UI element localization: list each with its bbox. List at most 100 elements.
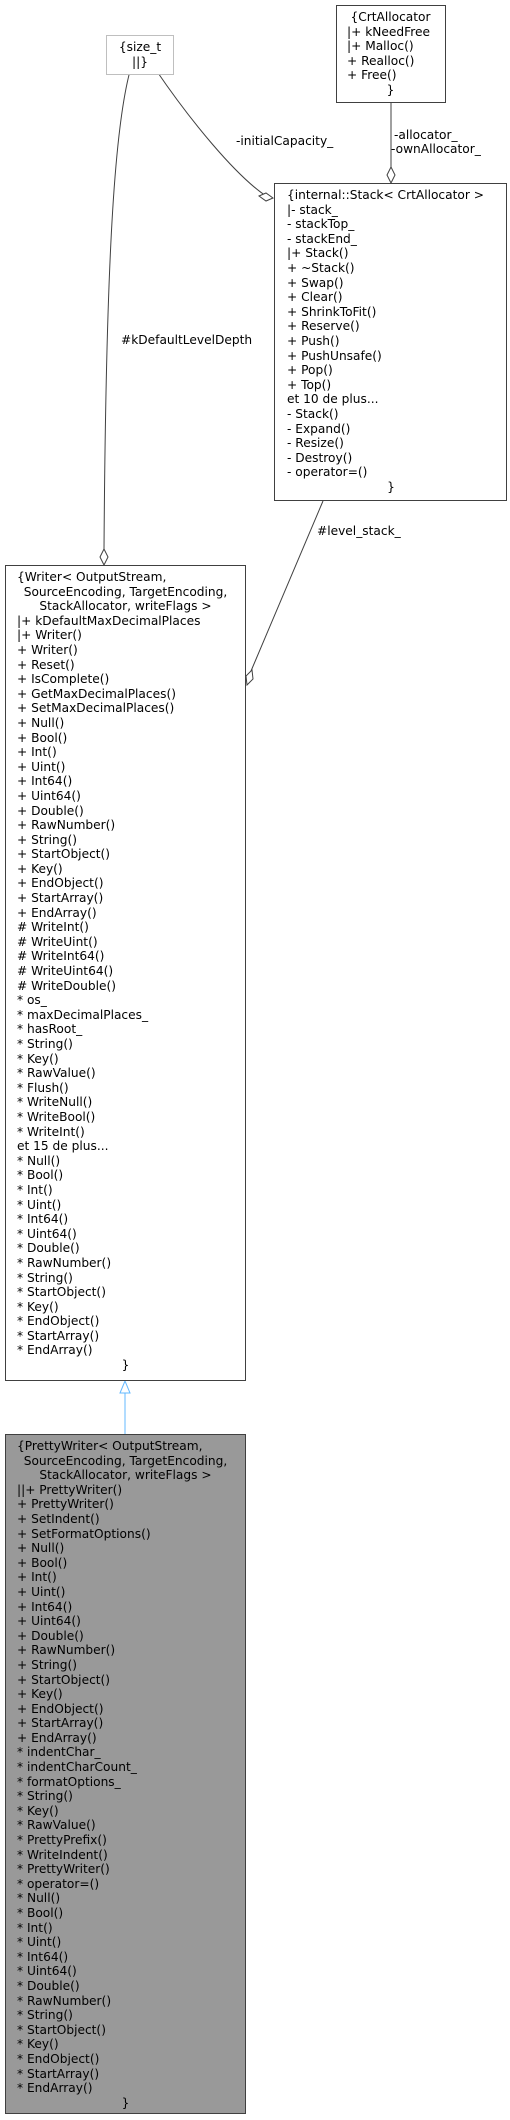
writer-member: + GetMaxDecimalPlaces() — [17, 686, 176, 701]
pretty-writer-member: * Int64() — [17, 1949, 69, 1964]
pretty-writer-member: * RawNumber() — [17, 1993, 112, 2008]
edge-inheritance-arrow — [119, 1379, 131, 1394]
pretty-writer-member: * Double() — [17, 1978, 80, 1993]
size-t-title: {size_t — [118, 40, 162, 54]
writer-member: |+ kDefaultMaxDecimalPlaces — [17, 613, 201, 628]
stack-member: + Clear() — [287, 290, 343, 305]
writer-member: + EndObject() — [17, 876, 104, 891]
writer-title: StackAllocator, writeFlags > — [39, 599, 212, 614]
pretty-writer-member: * EndArray() — [17, 2081, 93, 2096]
pretty-writer-member: * WriteIndent() — [17, 1847, 108, 1862]
writer-member: * Int64() — [17, 1212, 69, 1227]
edge-default-level-depth — [103, 57, 135, 551]
writer-member: * WriteBool() — [17, 1109, 96, 1124]
crt-allocator-title: {CrtAllocator — [350, 10, 431, 24]
writer-member: # WriteDouble() — [17, 978, 116, 993]
edge-level-stack — [250, 500, 324, 672]
writer-member: * Flush() — [17, 1080, 69, 1095]
writer-member: # WriteUint64() — [17, 964, 114, 979]
writer-member: * Bool() — [17, 1168, 64, 1183]
writer-member: * Int() — [17, 1182, 53, 1197]
pretty-writer-member: * Uint() — [17, 1935, 62, 1950]
stack-member: - stackEnd_ — [287, 231, 357, 246]
edge-label-default-level-depth: #kDefaultLevelDepth — [121, 333, 253, 347]
crt-allocator-node: {CrtAllocator |+ kNeedFree |+ Malloc() +… — [336, 5, 446, 103]
writer-node: {Writer< OutputStream, SourceEncoding, T… — [5, 565, 246, 1381]
pretty-writer-title: StackAllocator, writeFlags > — [39, 1468, 212, 1483]
edge-label-allocator: -allocator_ — [394, 128, 458, 142]
edge-initial-capacity-diamond — [257, 192, 275, 202]
writer-title: {Writer< OutputStream, — [17, 570, 167, 584]
writer-member: # WriteInt() — [17, 920, 89, 935]
pretty-writer-member: * StartObject() — [17, 2022, 106, 2037]
writer-member: * Key() — [17, 1051, 59, 1066]
writer-member: * hasRoot_ — [17, 1022, 83, 1037]
writer-member: + Reset() — [17, 657, 75, 672]
writer-member: # WriteUint() — [17, 934, 98, 949]
stack-member: + PushUnsafe() — [287, 348, 382, 363]
writer-member: * EndArray() — [17, 1343, 93, 1358]
writer-member: + Writer() — [17, 642, 78, 657]
writer-member: + Null() — [17, 715, 65, 730]
writer-member: + Int64() — [17, 774, 73, 789]
writer-member: + Uint64() — [17, 788, 81, 803]
pretty-writer-member: + String() — [17, 1657, 77, 1672]
crt-allocator-member: + Realloc() — [347, 53, 415, 68]
writer-member: * Key() — [17, 1299, 59, 1314]
writer-member: * StartArray() — [17, 1328, 100, 1343]
pretty-writer-close: } — [121, 2095, 130, 2110]
writer-member: + Double() — [17, 803, 84, 818]
pretty-writer-title: {PrettyWriter< OutputStream, — [17, 1439, 203, 1453]
stack-member: + Reserve() — [287, 319, 360, 334]
edge-default-level-depth-diamond — [99, 547, 109, 567]
writer-member: + Uint() — [17, 759, 66, 774]
pretty-writer-member: * indentChar_ — [17, 1745, 101, 1760]
edge-level-stack-diamond — [245, 668, 254, 687]
stack-more-members: et 10 de plus... — [287, 392, 379, 407]
pretty-writer-node: {PrettyWriter< OutputStream, SourceEncod… — [5, 1434, 246, 2114]
writer-member: * RawNumber() — [17, 1255, 112, 1270]
stack-member: + ShrinkToFit() — [287, 304, 377, 319]
writer-member: + String() — [17, 832, 77, 847]
writer-member: * Uint() — [17, 1197, 62, 1212]
stack-member: + ~Stack() — [287, 260, 355, 275]
writer-member: + Int() — [17, 745, 57, 760]
stack-title: {internal::Stack< CrtAllocator > — [287, 188, 484, 202]
writer-member: # WriteInt64() — [17, 949, 105, 964]
pretty-writer-member: + Null() — [17, 1541, 65, 1556]
size-t-node: {size_t ||} — [106, 35, 174, 75]
pretty-writer-member: * StartArray() — [17, 2066, 100, 2081]
writer-member: + Key() — [17, 861, 63, 876]
pretty-writer-member: + PrettyWriter() — [17, 1497, 114, 1512]
writer-member: * os_ — [17, 993, 47, 1008]
stack-close: } — [387, 479, 395, 494]
stack-member: - stackTop_ — [287, 217, 355, 232]
pretty-writer-member: * Null() — [17, 1891, 61, 1906]
pretty-writer-member: * RawValue() — [17, 1818, 96, 1833]
stack-member: + Swap() — [287, 275, 344, 290]
pretty-writer-member: + Key() — [17, 1687, 63, 1702]
pretty-writer-member: + Bool() — [17, 1555, 68, 1570]
pretty-writer-member: + StartArray() — [17, 1716, 104, 1731]
writer-close: } — [121, 1358, 130, 1373]
pretty-writer-member: * String() — [17, 1789, 73, 1804]
writer-member: * Double() — [17, 1241, 80, 1256]
stack-member: - operator=() — [287, 465, 368, 480]
pretty-writer-member: + StartObject() — [17, 1672, 111, 1687]
writer-member: + RawNumber() — [17, 818, 116, 833]
pretty-writer-member: * Key() — [17, 1803, 59, 1818]
pretty-writer-member: + Uint64() — [17, 1614, 81, 1629]
pretty-writer-member: + Int64() — [17, 1599, 73, 1614]
edge-initial-capacity — [155, 69, 267, 197]
pretty-writer-title: SourceEncoding, TargetEncoding, — [23, 1453, 228, 1468]
writer-member: + IsComplete() — [17, 672, 110, 687]
stack-member: - Stack() — [287, 406, 339, 421]
writer-member: * StartObject() — [17, 1285, 106, 1300]
edge-label-level-stack: #level_stack_ — [317, 524, 401, 538]
writer-member: |+ Writer() — [17, 628, 82, 643]
stack-member: |- stack_ — [287, 202, 338, 217]
writer-member: * WriteInt() — [17, 1124, 85, 1139]
stack-member: + Pop() — [287, 363, 333, 378]
pretty-writer-member: * PrettyPrefix() — [17, 1833, 107, 1848]
writer-member: + SetMaxDecimalPlaces() — [17, 701, 175, 716]
